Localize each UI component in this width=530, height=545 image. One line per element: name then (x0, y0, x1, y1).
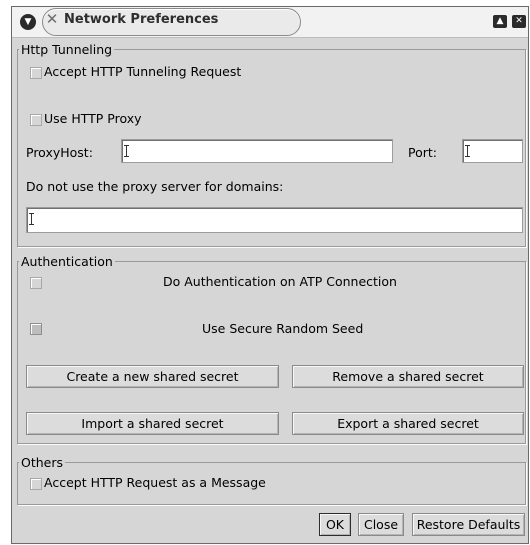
restore-defaults-button[interactable]: Restore Defaults (412, 513, 525, 536)
http-tunneling-legend: Http Tunneling (21, 42, 113, 57)
text-cursor-icon (29, 213, 37, 225)
no-proxy-domains-input[interactable] (26, 207, 523, 233)
export-shared-secret-button[interactable]: Export a shared secret (292, 412, 524, 435)
others-legend: Others (21, 455, 64, 470)
do-authentication-checkbox[interactable] (30, 277, 42, 289)
maximize-icon[interactable]: ▲ (493, 15, 507, 28)
secure-random-seed-checkbox[interactable] (30, 323, 42, 335)
use-proxy-label: Use HTTP Proxy (44, 111, 142, 126)
use-proxy-checkbox[interactable] (30, 114, 42, 126)
import-shared-secret-button[interactable]: Import a shared secret (26, 412, 279, 435)
title-bar[interactable]: ▼ ✕ Network Preferences ▲ ✕ (12, 7, 528, 38)
port-label: Port: (408, 145, 437, 160)
ok-button[interactable]: OK (319, 513, 351, 536)
port-input[interactable] (462, 139, 523, 163)
authentication-legend: Authentication (21, 254, 113, 269)
secure-random-seed-label: Use Secure Random Seed (202, 321, 364, 336)
proxy-host-label: ProxyHost: (26, 145, 93, 160)
accept-tunneling-checkbox[interactable] (30, 67, 42, 79)
close-button[interactable]: Close (358, 513, 404, 536)
accept-http-message-checkbox[interactable] (30, 478, 42, 490)
chevron-down-icon[interactable]: ▼ (20, 14, 36, 30)
accept-tunneling-label: Accept HTTP Tunneling Request (44, 64, 242, 79)
accept-http-message-label: Accept HTTP Request as a Message (44, 475, 266, 490)
x-logo-icon: ✕ (45, 10, 59, 28)
no-proxy-domains-label: Do not use the proxy server for domains: (26, 179, 284, 194)
text-cursor-icon (465, 145, 473, 157)
network-preferences-window: ▼ ✕ Network Preferences ▲ ✕ Http Tunneli… (11, 6, 529, 544)
remove-shared-secret-button[interactable]: Remove a shared secret (292, 365, 524, 388)
text-cursor-icon (124, 145, 132, 157)
proxy-host-input[interactable] (121, 139, 393, 163)
window-title: Network Preferences (64, 12, 219, 27)
create-shared-secret-button[interactable]: Create a new shared secret (26, 365, 279, 388)
close-icon[interactable]: ✕ (512, 15, 526, 28)
do-authentication-label: Do Authentication on ATP Connection (163, 274, 397, 289)
